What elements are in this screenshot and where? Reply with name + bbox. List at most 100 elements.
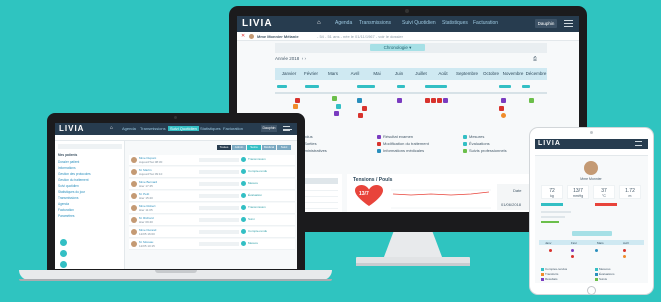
tab-all[interactable]: Toutes: [217, 145, 231, 150]
tab-medical[interactable]: Médical: [262, 145, 276, 150]
event-dot[interactable]: [623, 249, 626, 252]
patient-detail[interactable]: - 54 - 51 ans - née le 01/11/1967 - voir…: [317, 34, 403, 39]
sidebar-item[interactable]: Facturation: [58, 208, 74, 212]
sidebar-item[interactable]: Statistiques du jour: [58, 190, 85, 194]
exam-event-icon[interactable]: [443, 98, 448, 103]
list-item[interactable]: Mme Dupont Aujourd'hui 08:30 Transmissio…: [129, 155, 295, 166]
treatment-event-icon[interactable]: [358, 113, 363, 118]
nav-suivi-quotidien[interactable]: Suivi Quotidien: [168, 126, 199, 131]
nav-transmissions[interactable]: Transmissions: [359, 20, 391, 26]
timeline-bar[interactable]: [357, 85, 375, 88]
chronology-button[interactable]: Chronologie ▾: [370, 44, 425, 51]
list-item[interactable]: Mme Durand 12/05 16:00 Compte-rendu: [129, 227, 295, 238]
monitor-base-shadow: [356, 263, 470, 266]
menu-icon[interactable]: [283, 126, 292, 131]
user-button[interactable]: Dauphin: [261, 125, 277, 132]
nav-agenda[interactable]: Agenda: [335, 20, 352, 26]
sub-header: [535, 149, 648, 156]
sidebar-item[interactable]: Gestion du traitement: [58, 178, 88, 182]
treatment-event-icon[interactable]: [437, 98, 442, 103]
legend-item: Suivis professionnels: [463, 148, 507, 153]
print-icon[interactable]: ⎙: [533, 56, 537, 62]
timeline-bar[interactable]: [522, 85, 530, 88]
exam-event-icon[interactable]: [334, 111, 339, 116]
nav-statistiques[interactable]: Statistiques: [442, 20, 468, 26]
treatment-event-icon[interactable]: [431, 98, 436, 103]
legend-item: Évaluations: [463, 141, 490, 146]
exam-event-icon[interactable]: [501, 98, 506, 103]
list-item[interactable]: Mme Bernard Hier 17:45 Mesure: [129, 179, 295, 190]
treatment-event-icon[interactable]: [499, 106, 504, 111]
sidebar-item[interactable]: Paramètres: [58, 214, 74, 218]
tab-suivi[interactable]: Suivi: [277, 145, 291, 150]
tension-line-chart: [391, 189, 491, 209]
month-header: Janv Févr Mars Avril: [539, 240, 644, 245]
sidebar-search-input[interactable]: [58, 144, 122, 149]
timeline-bar[interactable]: [425, 85, 447, 88]
event-dot[interactable]: [595, 249, 598, 252]
nav-suivi-quotidien[interactable]: Suivi Quotidien: [402, 20, 436, 26]
row-status: Mesure: [248, 181, 259, 185]
event-dot[interactable]: [549, 249, 552, 252]
year-selector[interactable]: Année 2018 ‹ ›: [275, 56, 306, 61]
home-button-icon[interactable]: [587, 286, 596, 295]
sidebar-item[interactable]: Gestion des protocoles: [58, 172, 91, 176]
legend-item: Suivis: [595, 277, 607, 281]
sidebar-item[interactable]: Transmissions: [58, 196, 78, 200]
home-icon[interactable]: ⌂: [317, 20, 321, 26]
sidebar-item[interactable]: Mes patients: [58, 153, 77, 157]
close-icon[interactable]: ✕: [241, 33, 245, 39]
timeline-bar[interactable]: [397, 85, 405, 88]
nav-agenda[interactable]: Agenda: [122, 126, 136, 131]
timeline-bar[interactable]: [499, 85, 511, 88]
stat-card: 37 °C: [593, 185, 615, 199]
chronology-button[interactable]: [572, 231, 612, 236]
livia-logo: LIVIA: [242, 18, 273, 29]
nav-facturation[interactable]: Facturation: [473, 20, 498, 26]
sidebar-item[interactable]: Agenda: [58, 202, 69, 206]
followup-event-icon[interactable]: [529, 98, 534, 103]
event-dot[interactable]: [623, 255, 626, 258]
treatment-event-icon[interactable]: [362, 106, 367, 111]
tab-soins[interactable]: Soins: [247, 145, 261, 150]
user-button[interactable]: Dauphin: [535, 19, 557, 28]
list-item[interactable]: M. Petit Hier 15:20 Évaluation: [129, 191, 295, 202]
timeline-bar[interactable]: [277, 85, 287, 88]
sidebar-item[interactable]: Suivi quotidien: [58, 184, 79, 188]
nav-statistiques[interactable]: Statistiques: [200, 126, 221, 131]
tab-admin[interactable]: Admin: [232, 145, 246, 150]
nav-transmissions[interactable]: Transmissions: [140, 126, 166, 131]
home-icon[interactable]: ⌂: [110, 125, 113, 131]
followup-event-icon[interactable]: [332, 96, 337, 101]
list-item[interactable]: M. Richard Hier 09:40 Suivi: [129, 215, 295, 226]
exam-event-icon[interactable]: [397, 98, 402, 103]
floating-action-icon[interactable]: [59, 249, 68, 258]
avatar: [131, 241, 137, 247]
laptop-base-shadow: [19, 279, 332, 281]
sidebar-item[interactable]: Dossier patient: [58, 160, 79, 164]
transfer-event-icon[interactable]: [501, 113, 506, 118]
list-item[interactable]: M. Moreau 12/05 10:15 Mesure: [129, 239, 295, 250]
event-dot[interactable]: [571, 255, 574, 258]
timeline-bar[interactable]: [305, 85, 319, 88]
avatar: [131, 181, 137, 187]
nav-facturation[interactable]: Facturation: [223, 126, 243, 131]
transfer-event-icon[interactable]: [293, 104, 298, 109]
status-dot-icon: [241, 181, 246, 186]
sidebar-item[interactable]: Informations: [58, 166, 76, 170]
list-item[interactable]: Mme Robert Hier 11:05 Transmission: [129, 203, 295, 214]
treatment-event-icon[interactable]: [295, 98, 300, 103]
info-line: [541, 221, 559, 223]
treatment-event-icon[interactable]: [425, 98, 430, 103]
list-item[interactable]: M. Martin Aujourd'hui 09:10 Compte-rendu: [129, 167, 295, 178]
patient-banner: ✕ Mme Monnier Mélanie - 54 - 51 ans - né…: [237, 32, 579, 41]
event-dot[interactable]: [571, 249, 574, 252]
menu-icon[interactable]: [564, 20, 573, 27]
menu-icon[interactable]: [635, 141, 642, 146]
legend-item: Mesures: [463, 134, 484, 139]
floating-action-icon[interactable]: [59, 238, 68, 247]
medical-event-icon[interactable]: [357, 98, 362, 103]
stat-card: 1.72 m: [619, 185, 641, 199]
floating-action-icon[interactable]: [59, 260, 68, 269]
measure-event-icon[interactable]: [336, 104, 341, 109]
